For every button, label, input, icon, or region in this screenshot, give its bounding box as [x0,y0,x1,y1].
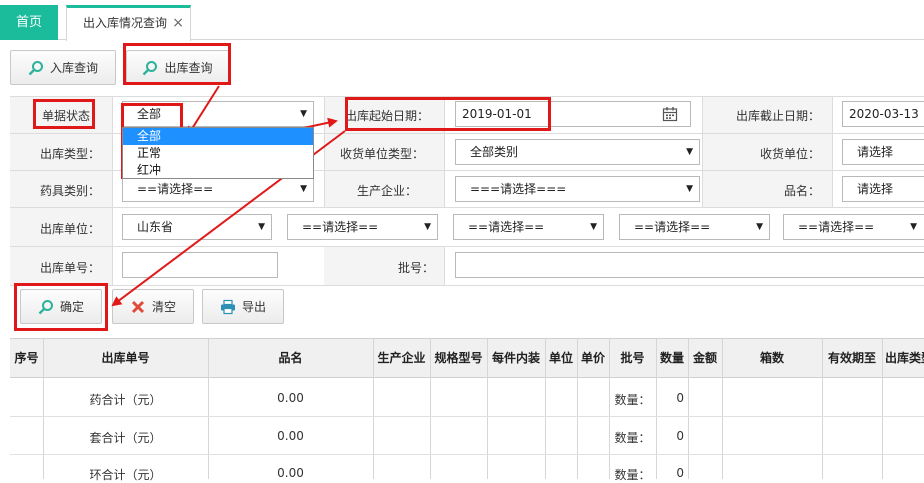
annotation-arrows [111,85,346,307]
dropdown-option[interactable]: 全部 [123,128,313,145]
doc-status-dropdown[interactable]: 全部 正常 红冲 [122,127,314,179]
dropdown-option[interactable]: 正常 [123,145,313,162]
dropdown-option[interactable]: 红冲 [123,162,313,179]
